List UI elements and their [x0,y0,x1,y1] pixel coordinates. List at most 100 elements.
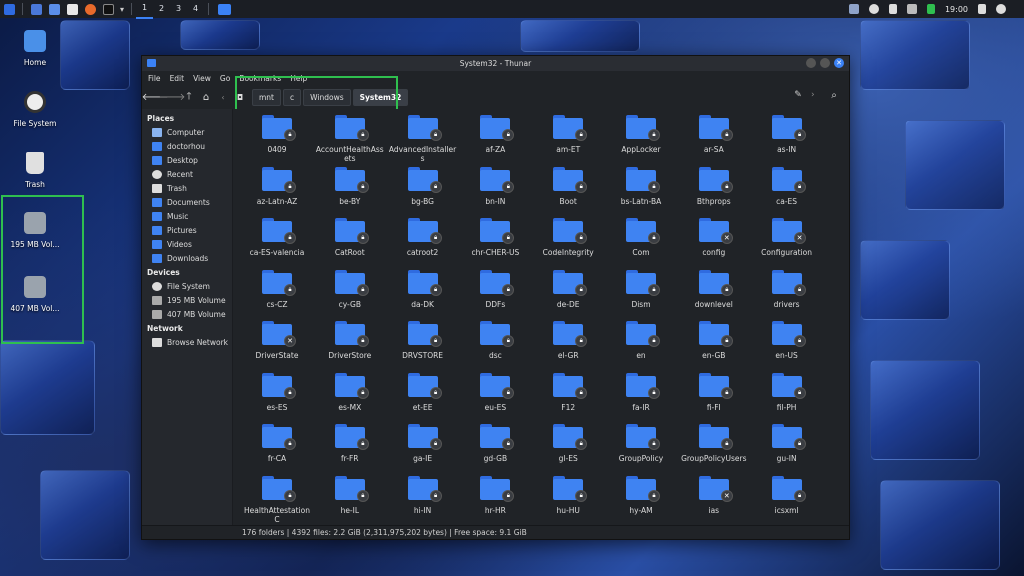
folder-item[interactable]: 🔒︎ AccountHealthAssets [314,115,386,163]
kali-menu-icon[interactable] [0,0,18,18]
folder-item[interactable]: 🔒︎ hi-IN [387,475,459,515]
folder-item[interactable]: 🔒︎ fr-CA [241,424,313,463]
clock[interactable]: 19:00 [945,5,968,14]
sidebar-item-pictures[interactable]: Pictures [142,223,232,237]
folder-item[interactable]: 🔒︎ hu-HU [532,475,604,515]
folder-item[interactable]: 🔒︎ fi-FI [678,372,750,412]
folder-item[interactable]: 🔒︎ en [605,321,677,360]
folder-item[interactable]: 🔒︎ 0409 [241,115,313,154]
folder-item[interactable]: 🔒︎ be-BY [314,166,386,206]
display-icon[interactable] [848,4,859,14]
menu-view[interactable]: View [193,74,211,83]
folder-item[interactable]: 🔒︎ gu-IN [751,424,823,463]
folder-item[interactable]: 🔒︎ eu-ES [459,372,531,412]
folder-item[interactable]: 🔒︎ bs-Latn-BA [605,166,677,206]
folder-item[interactable]: 🔒︎ DRVSTORE [387,321,459,360]
folder-item[interactable]: 🔒︎ icsxml [751,475,823,515]
terminal-icon[interactable] [99,0,117,18]
folder-item[interactable]: 🔒︎ hr-HR [459,475,531,515]
folder-item[interactable]: 🔒︎ fil-PH [751,372,823,412]
folder-item[interactable]: 🔒︎ es-MX [314,372,386,412]
folder-item[interactable]: 🔒︎ AdvancedInstallers [387,115,459,163]
folder-item[interactable]: 🔒︎ ar-SA [678,115,750,154]
desktop-icon-trash[interactable]: Trash [0,152,70,189]
folder-item[interactable]: 🔒︎ cy-GB [314,269,386,309]
firefox-icon[interactable] [81,0,99,18]
sidebar-item-recent[interactable]: Recent [142,167,232,181]
sidebar-item-195mb-volume[interactable]: 195 MB Volume [142,293,232,307]
up-arrow-icon[interactable]: 🡑 [182,90,196,104]
folder-item[interactable]: 🔒︎ da-DK [387,269,459,309]
sidebar-item-desktop[interactable]: Desktop [142,153,232,167]
folder-item[interactable]: 🔒︎ bg-BG [387,166,459,206]
folder-item[interactable]: ✕ DriverState [241,321,313,360]
folder-item[interactable]: 🔒︎ af-ZA [459,115,531,154]
folder-item[interactable]: 🔒︎ de-DE [532,269,604,309]
sidebar-item-doctorhou[interactable]: doctorhou [142,139,232,153]
sidebar-item-music[interactable]: Music [142,209,232,223]
folder-item[interactable]: 🔒︎ gd-GB [459,424,531,463]
folder-item[interactable]: 🔒︎ Bthprops [678,166,750,206]
folder-item[interactable]: ✕ Configuration [751,218,823,257]
folder-item[interactable]: ✕ ias [678,475,750,515]
folder-item[interactable]: 🔒︎ dsc [459,321,531,360]
folder-item[interactable]: 🔒︎ he-IL [314,475,386,515]
folder-item[interactable]: 🔒︎ az-Latn-AZ [241,166,313,206]
close-button[interactable]: ✕ [834,58,844,68]
folder-item[interactable]: 🔒︎ es-ES [241,372,313,412]
folder-item[interactable]: 🔒︎ el-GR [532,321,604,360]
folder-item[interactable]: 🔒︎ AppLocker [605,115,677,154]
network-icon[interactable] [906,4,917,14]
folder-item[interactable]: 🔒︎ cs-CZ [241,269,313,309]
workspace-3[interactable]: 3 [170,0,187,18]
battery-icon[interactable] [926,4,935,14]
sidebar-item-documents[interactable]: Documents [142,195,232,209]
folder-item[interactable]: 🔒︎ HealthAttestationC [241,475,313,524]
sidebar-item-downloads[interactable]: Downloads [142,251,232,265]
folder-item[interactable]: 🔒︎ et-EE [387,372,459,412]
workspace-2[interactable]: 2 [153,0,170,18]
edit-path-icon[interactable]: ✎ [791,90,805,104]
show-desktop-icon[interactable] [27,0,45,18]
folder-item[interactable]: 🔒︎ gl-ES [532,424,604,463]
workspace-4[interactable]: 4 [187,0,204,18]
folder-item[interactable]: 🔒︎ ca-ES [751,166,823,206]
sidebar-item-videos[interactable]: Videos [142,237,232,251]
folder-item[interactable]: 🔒︎ Boot [532,166,604,206]
folder-item[interactable]: 🔒︎ fa-IR [605,372,677,412]
sidebar-item-browse-network[interactable]: Browse Network [142,335,232,349]
taskbar-thunar-button[interactable] [213,0,235,18]
workspace-1[interactable]: 1 [136,0,153,19]
folder-item[interactable]: 🔒︎ downlevel [678,269,750,309]
folder-item[interactable]: 🔒︎ hy-AM [605,475,677,515]
notification-icon[interactable] [868,4,879,14]
folder-item[interactable]: 🔒︎ ca-ES-valencia [241,218,313,257]
file-manager-icon[interactable] [45,0,63,18]
folder-item[interactable]: 🔒︎ as-IN [751,115,823,154]
folder-item[interactable]: 🔒︎ DDFs [459,269,531,309]
folder-item[interactable]: 🔒︎ chr-CHER-US [459,218,531,257]
folder-item[interactable]: 🔒︎ GroupPolicyUsers [678,424,750,463]
menu-edit[interactable]: Edit [170,74,185,83]
folder-item[interactable]: 🔒︎ am-ET [532,115,604,154]
folder-item[interactable]: 🔒︎ DriverStore [314,321,386,360]
menu-file[interactable]: File [148,74,161,83]
folder-item[interactable]: 🔒︎ drivers [751,269,823,309]
menu-go[interactable]: Go [220,74,230,83]
home-icon[interactable]: ⌂ [199,90,213,104]
folder-item[interactable]: 🔒︎ CatRoot [314,218,386,257]
sidebar-item-computer[interactable]: Computer [142,125,232,139]
folder-item[interactable]: ✕ config [678,218,750,257]
volume-icon[interactable] [888,4,897,14]
folder-item[interactable]: 🔒︎ ga-IE [387,424,459,463]
folder-item[interactable]: 🔒︎ en-GB [678,321,750,360]
folder-item[interactable]: 🔒︎ Dism [605,269,677,309]
maximize-button[interactable] [820,58,830,68]
desktop-icon-file-system[interactable]: File System [0,91,70,128]
text-editor-icon[interactable] [63,0,81,18]
title-bar[interactable]: System32 - Thunar ✕ [142,56,849,71]
forward-arrow-icon[interactable]: 🡒 [159,90,186,104]
folder-item[interactable]: 🔒︎ en-US [751,321,823,360]
minimize-button[interactable] [806,58,816,68]
power-icon[interactable] [996,4,1006,14]
